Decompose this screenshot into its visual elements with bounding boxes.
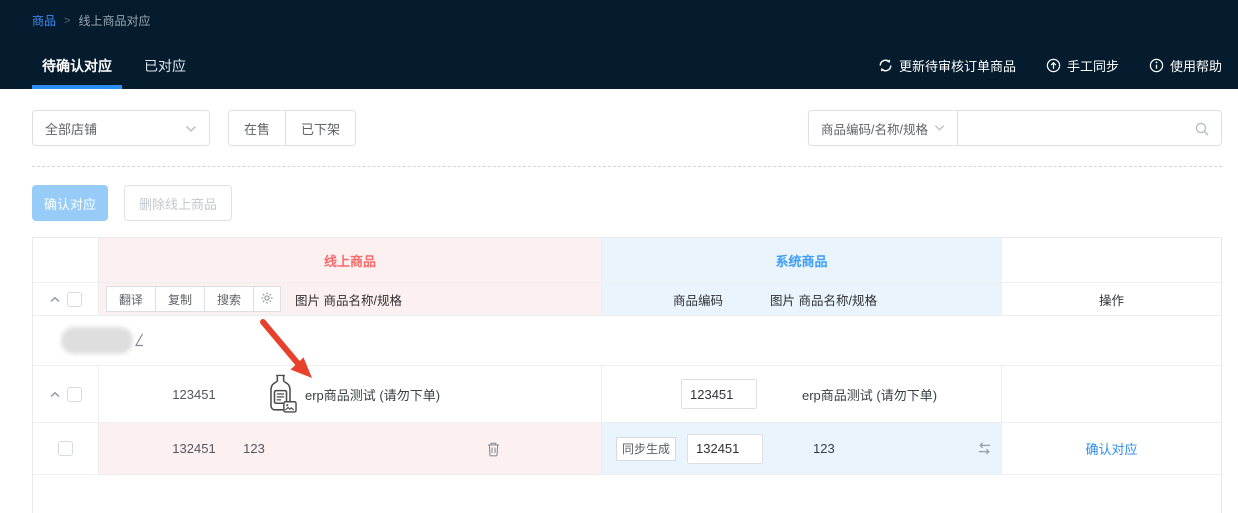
- breadcrumb-current: 线上商品对应: [78, 12, 150, 29]
- topbar-actions: 更新待审核订单商品 手工同步: [878, 56, 1222, 75]
- product-image-placeholder-icon[interactable]: [264, 373, 297, 415]
- collapse-all-caret-icon[interactable]: [50, 296, 60, 303]
- table-subheader-row: 翻译 复制 搜索: [33, 283, 1221, 316]
- select-column-header: [33, 238, 99, 282]
- shop-select[interactable]: 全部店铺: [32, 110, 210, 146]
- online-product-cell: 123451: [99, 366, 602, 422]
- filter-bar: 全部店铺 在售 已下架 商品编码/名称/规格: [32, 110, 1222, 146]
- info-icon: [1149, 58, 1164, 73]
- system-product-group-header: 系统商品: [602, 238, 1002, 282]
- blurred-shop-name: [61, 327, 133, 354]
- help-button[interactable]: 使用帮助: [1149, 56, 1222, 75]
- online-product-name: erp商品测试 (请勿下单): [305, 385, 440, 404]
- chevron-down-icon: [934, 121, 945, 135]
- system-product-cell: 同步生成 123: [602, 423, 1002, 474]
- delete-online-product-button[interactable]: 删除线上商品: [124, 185, 232, 221]
- row-select-cell: [33, 366, 99, 422]
- refresh-pending-orders-button[interactable]: 更新待审核订单商品: [878, 56, 1016, 75]
- system-columns-header: 图片 商品名称/规格: [770, 290, 877, 309]
- tab-bar: 待确认对应 已对应: [32, 47, 208, 89]
- partial-character: [133, 332, 145, 354]
- breadcrumb: 商品 > 线上商品对应: [32, 12, 150, 29]
- sync-generate-button[interactable]: 同步生成: [616, 437, 676, 461]
- settings-gear-button[interactable]: [253, 286, 281, 312]
- help-label: 使用帮助: [1170, 56, 1222, 75]
- system-code-input[interactable]: [681, 379, 757, 409]
- tab-matched[interactable]: 已对应: [122, 47, 208, 89]
- confirm-match-link[interactable]: 确认对应: [1085, 439, 1137, 458]
- system-product-name: erp商品测试 (请勿下单): [802, 385, 937, 404]
- system-code-header: 商品编码: [666, 290, 730, 309]
- search-input[interactable]: [958, 111, 1221, 145]
- online-columns-header: 图片 商品名称/规格: [295, 290, 402, 309]
- system-subheader-cell: 商品编码 图片 商品名称/规格: [602, 283, 1002, 315]
- operation-header: 操作: [1002, 283, 1221, 315]
- online-toolbar: 翻译 复制 搜索: [106, 286, 281, 312]
- bulk-action-bar: 确认对应 删除线上商品: [32, 185, 232, 221]
- matching-table: 线上商品 系统商品 翻译 复制 搜索: [32, 237, 1222, 513]
- select-all-cell: [33, 283, 99, 315]
- search-type-select[interactable]: 商品编码/名称/规格: [808, 110, 958, 146]
- table-row: 132451 123 同步生成: [33, 423, 1221, 475]
- topbar: 商品 > 线上商品对应 待确认对应 已对应 更新待审核订单商品: [0, 0, 1238, 89]
- manual-sync-label: 手工同步: [1067, 56, 1119, 75]
- gear-icon: [260, 291, 274, 308]
- collapse-row-caret-icon[interactable]: [50, 391, 60, 398]
- shop-group-row: [33, 316, 1221, 366]
- system-product-name: 123: [813, 441, 835, 456]
- sale-status-button-group: 在售 已下架: [228, 110, 356, 146]
- online-product-group-header: 线上商品: [99, 238, 602, 282]
- product-matching-page: 商品 > 线上商品对应 待确认对应 已对应 更新待审核订单商品: [0, 0, 1238, 473]
- swap-arrows-icon[interactable]: [976, 441, 993, 456]
- manual-sync-button[interactable]: 手工同步: [1046, 56, 1119, 75]
- copy-button[interactable]: 复制: [155, 286, 205, 312]
- row-checkbox[interactable]: [67, 387, 82, 402]
- search-type-value: 商品编码/名称/规格: [821, 119, 934, 138]
- trash-icon[interactable]: [486, 441, 501, 457]
- on-sale-button[interactable]: 在售: [228, 110, 286, 146]
- divider: [32, 166, 1222, 167]
- operation-cell: [1002, 366, 1221, 422]
- upload-circle-icon: [1046, 58, 1061, 73]
- confirm-match-button[interactable]: 确认对应: [32, 185, 108, 221]
- table-row: 123451: [33, 366, 1221, 423]
- search-products-button[interactable]: 搜索: [204, 286, 254, 312]
- table-group-header-row: 线上商品 系统商品: [33, 238, 1221, 283]
- system-code-input[interactable]: [687, 434, 763, 464]
- operation-group-header: [1002, 238, 1221, 282]
- online-subheader-cell: 翻译 复制 搜索: [99, 283, 602, 315]
- operation-cell: 确认对应: [1002, 423, 1221, 474]
- refresh-icon: [878, 58, 893, 73]
- online-product-code: 123451: [99, 387, 289, 402]
- row-checkbox[interactable]: [58, 441, 73, 456]
- system-product-cell: erp商品测试 (请勿下单): [602, 366, 1002, 422]
- translate-button[interactable]: 翻译: [106, 286, 156, 312]
- online-product-name: 123: [199, 441, 309, 456]
- shop-select-value: 全部店铺: [45, 119, 185, 138]
- select-all-checkbox[interactable]: [67, 292, 82, 307]
- row-select-cell: [33, 423, 99, 474]
- off-shelf-button[interactable]: 已下架: [285, 110, 356, 146]
- breadcrumb-section[interactable]: 商品: [32, 12, 56, 29]
- refresh-pending-orders-label: 更新待审核订单商品: [899, 56, 1016, 75]
- chevron-down-icon: [185, 121, 197, 136]
- breadcrumb-separator-icon: >: [64, 15, 70, 27]
- search-box: [958, 110, 1222, 146]
- online-product-cell: 132451 123: [99, 423, 602, 474]
- tab-pending-match[interactable]: 待确认对应: [32, 47, 122, 89]
